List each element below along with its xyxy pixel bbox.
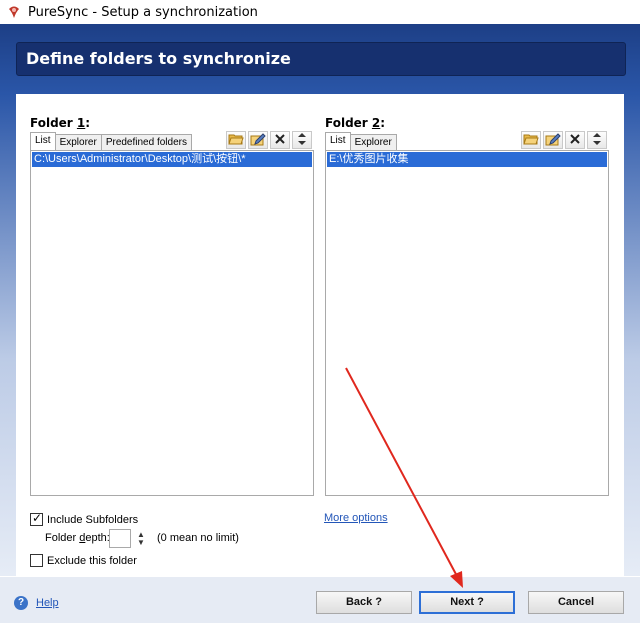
folder1-label-suffix: : [85,116,91,130]
folder1-list[interactable]: C:\Users\Administrator\Desktop\测试\按钮\* [30,150,314,496]
spin-down-icon: ▼ [137,537,145,547]
edit-icon [545,132,561,149]
folder2-list[interactable]: E:\优秀图片收集 [325,150,609,496]
folder1-tab-predefined[interactable]: Predefined folders [100,134,192,150]
header-banner: Define folders to synchronize [0,24,640,94]
help-link[interactable]: Help [36,597,59,609]
folder1-edit-button[interactable] [248,131,268,149]
folder1-label-number: 1 [76,116,86,130]
frame-left [0,94,16,576]
delete-icon [274,133,286,148]
app-icon [6,4,22,20]
more-options-link[interactable]: More options [324,512,388,524]
window-title: PureSync - Setup a synchronization [28,4,258,20]
folder2-tab-explorer[interactable]: Explorer [349,134,397,150]
folder-depth-label-suffix: epth: [85,532,110,544]
page-title: Define folders to synchronize [26,49,291,68]
folder-depth-label: Folder depth: [45,532,110,544]
folder1-label-prefix: Folder [30,116,77,130]
next-button[interactable]: Next ? [419,591,515,614]
banner-box: Define folders to synchronize [16,42,626,76]
help-icon[interactable]: ? [14,596,28,610]
delete-icon [569,133,581,148]
folder1-label: Folder 1: [30,116,90,130]
move-up-down-icon [592,132,602,149]
folder1-list-item[interactable]: C:\Users\Administrator\Desktop\测试\按钮\* [32,152,312,167]
folder-depth-input[interactable] [109,529,131,548]
folder1-tab-list[interactable]: List [30,132,56,150]
exclude-folder-row[interactable]: Exclude this folder [30,554,137,567]
cancel-button[interactable]: Cancel [528,591,624,614]
folder1-tab-explorer[interactable]: Explorer [54,134,102,150]
move-up-down-icon [297,132,307,149]
folder2-tabs: List Explorer [325,132,397,150]
folder1-delete-button[interactable] [270,131,290,149]
folder1-open-folder-button[interactable] [226,131,246,149]
include-subfolders-label: Include Subfolders [47,513,139,526]
exclude-folder-checkbox[interactable] [30,554,43,567]
folder2-tab-list[interactable]: List [325,132,351,150]
folder2-label-suffix: : [380,116,386,130]
open-folder-icon [523,132,539,149]
folder2-label-number: 2 [371,116,381,130]
folder-depth-label-prefix: Folder [45,532,80,544]
include-subfolders-checkbox[interactable] [30,511,43,526]
folder2-label-prefix: Folder [325,116,372,130]
edit-icon [250,132,266,149]
folder2-edit-button[interactable] [543,131,563,149]
folder2-label: Folder 2: [325,116,385,130]
title-bar: PureSync - Setup a synchronization [0,0,640,24]
main-content: Folder 1: List Explorer Predefined folde… [16,94,624,576]
folder2-open-folder-button[interactable] [521,131,541,149]
folder1-move-button[interactable] [292,131,312,149]
folder2-list-item[interactable]: E:\优秀图片收集 [327,152,607,167]
folder2-move-button[interactable] [587,131,607,149]
open-folder-icon [228,132,244,149]
folder1-tabs: List Explorer Predefined folders [30,132,192,150]
include-subfolders-row[interactable]: Include Subfolders [30,511,139,526]
footer-bar: ? Help Back ? Next ? Cancel [0,576,640,623]
frame-right [624,94,640,576]
exclude-folder-label: Exclude this folder [47,554,137,567]
folder-depth-hint: (0 mean no limit) [157,532,239,544]
back-button[interactable]: Back ? [316,591,412,614]
folder-depth-stepper[interactable]: ▲ ▼ [135,529,147,548]
folder2-delete-button[interactable] [565,131,585,149]
